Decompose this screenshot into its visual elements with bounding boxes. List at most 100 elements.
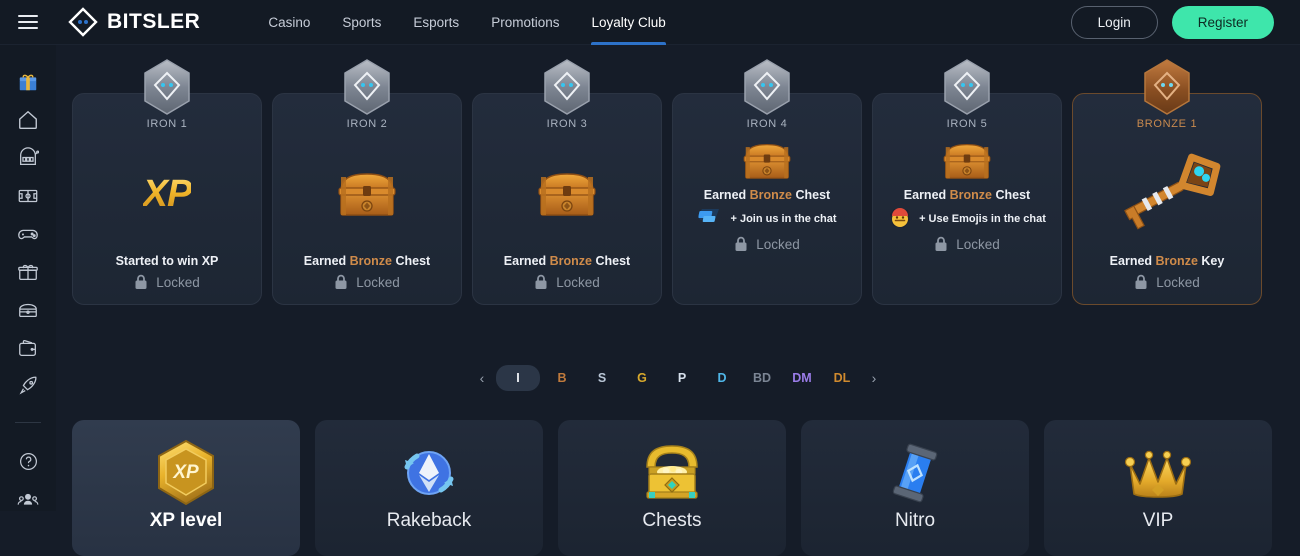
tier-desc-highlight: Bronze — [349, 254, 393, 268]
tier-pagination: ‹ I B S G P D BD DM DL › — [56, 365, 1300, 391]
sidebar-item-originals[interactable] — [13, 375, 43, 398]
lock-icon — [535, 274, 547, 289]
tier-name: IRON 2 — [346, 118, 388, 130]
tier-card-iron-2[interactable]: IRON 2 Earned Bronze Chest Locked — [272, 59, 462, 305]
rakeback-eth-icon — [404, 451, 454, 495]
tier-task-label: + Join us in the chat — [730, 213, 837, 225]
sidebar-item-casino[interactable] — [13, 147, 43, 170]
nav-item-esports[interactable]: Esports — [413, 0, 459, 45]
login-button[interactable]: Login — [1070, 5, 1158, 39]
pagination-item-gold[interactable]: G — [624, 366, 660, 390]
gold-crown-icon — [1124, 450, 1192, 498]
feature-card-nitro[interactable]: Nitro — [801, 420, 1029, 556]
tier-status-label: Locked — [556, 274, 600, 290]
feature-label: Nitro — [894, 510, 936, 531]
nav-item-promotions[interactable]: Promotions — [491, 0, 559, 45]
pagination-item-iron[interactable]: I — [496, 365, 540, 391]
nav-item-casino[interactable]: Casino — [268, 0, 310, 45]
pagination-item-diamond-legend[interactable]: DL — [824, 366, 860, 390]
tier-card-iron-1[interactable]: IRON 1 XP Started to win XP Locked — [72, 59, 262, 305]
feature-label: XP level — [149, 510, 223, 531]
feature-card-xp-level[interactable]: XP XP level — [72, 420, 300, 556]
iron-hex-badge-icon — [142, 59, 192, 115]
sidebar-item-affiliates[interactable] — [13, 488, 43, 511]
pagination-item-diamond[interactable]: D — [704, 366, 740, 390]
tier-description: Earned Bronze Chest — [304, 254, 430, 268]
nav-item-loyalty-club[interactable]: Loyalty Club — [591, 0, 667, 45]
pagination-item-bronze[interactable]: B — [544, 366, 580, 390]
tier-name: IRON 5 — [946, 118, 988, 130]
tier-desc-prefix: Earned — [1109, 254, 1156, 268]
sidebar-item-esports[interactable] — [13, 223, 43, 246]
tier-desc-highlight: Bronze — [749, 188, 793, 202]
tier-desc-prefix: Earned — [703, 188, 750, 202]
sidebar-item-promo[interactable] — [13, 71, 43, 94]
affiliates-users-icon — [17, 493, 39, 505]
tier-card-row: IRON 1 XP Started to win XP Locked IRON … — [72, 59, 1262, 305]
feature-card-rakeback[interactable]: Rakeback — [315, 420, 543, 556]
bronze-hex-badge-icon — [1142, 59, 1192, 115]
bronze-chest-icon — [338, 173, 396, 216]
tier-desc-prefix: Earned — [903, 188, 950, 202]
tier-artwork — [473, 130, 661, 254]
tier-card-iron-4[interactable]: IRON 4 Earned Bronze Chest + Join us in … — [672, 59, 862, 305]
feature-artwork — [884, 436, 946, 510]
sidebar-item-help[interactable] — [13, 450, 43, 473]
left-sidebar — [0, 45, 56, 511]
tier-desc-prefix: Started to win XP — [115, 254, 219, 268]
tier-name: IRON 3 — [546, 118, 588, 130]
sidebar-item-sports[interactable] — [13, 185, 43, 208]
tier-card-bronze-1[interactable]: BRONZE 1 Earned Bronze Key Locked — [1072, 59, 1262, 305]
iron-hex-badge-icon — [542, 59, 592, 115]
pagination-item-diamond-master[interactable]: DM — [784, 366, 820, 390]
hamburger-menu-icon[interactable] — [0, 0, 56, 45]
tier-lock-status: Locked — [1134, 274, 1200, 290]
brand-logo[interactable]: BITSLER — [68, 7, 200, 37]
pagination-item-black-diamond[interactable]: BD — [744, 366, 780, 390]
feature-label: Rakeback — [386, 510, 472, 531]
sidebar-item-wallet[interactable] — [13, 337, 43, 360]
tier-lock-status: Locked — [134, 274, 200, 290]
sidebar-item-store[interactable] — [13, 299, 43, 322]
tier-task-label: + Use Emojis in the chat — [919, 213, 1046, 225]
gift-box-icon — [18, 265, 38, 281]
tier-card-iron-3[interactable]: IRON 3 Earned Bronze Chest Locked — [472, 59, 662, 305]
xp-hex-badge-icon: XP — [158, 439, 214, 506]
tier-desc-prefix: Earned — [303, 254, 350, 268]
sidebar-item-home[interactable] — [13, 109, 43, 132]
tier-card-iron-5[interactable]: IRON 5 Earned Bronze Chest + Use Emojis … — [872, 59, 1062, 305]
feature-artwork: XP — [149, 436, 223, 510]
tier-task: + Join us in the chat — [697, 208, 837, 230]
tier-lock-status: Locked — [334, 274, 400, 290]
tier-description: Earned Bronze Key — [1110, 254, 1225, 268]
emoji-face-icon — [890, 208, 911, 228]
pagination-prev[interactable]: ‹ — [472, 366, 492, 390]
chat-bubbles-icon — [698, 209, 720, 222]
pagination-next[interactable]: › — [864, 366, 884, 390]
feature-card-vip[interactable]: VIP — [1044, 420, 1272, 556]
pagination-item-platinum[interactable]: P — [664, 366, 700, 390]
tier-description: Earned Bronze Chest — [904, 188, 1030, 202]
lock-icon — [935, 236, 947, 251]
feature-artwork — [397, 436, 461, 510]
feature-card-row: XP XP level Rakeback Chests Nitro VIP — [72, 420, 1272, 556]
tier-status-label: Locked — [756, 236, 800, 252]
lock-icon — [335, 274, 347, 289]
iron-hex-badge-icon — [942, 59, 992, 115]
bitsler-diamond-icon — [68, 7, 98, 37]
sidebar-item-bonuses[interactable] — [13, 261, 43, 284]
nav-item-sports[interactable]: Sports — [342, 0, 381, 45]
bronze-chest-icon — [943, 144, 991, 179]
feature-card-chests[interactable]: Chests — [558, 420, 786, 556]
tier-artwork — [673, 130, 861, 188]
register-button[interactable]: Register — [1171, 5, 1274, 39]
pagination-item-silver[interactable]: S — [584, 366, 620, 390]
tier-artwork — [873, 130, 1061, 188]
tier-artwork — [1073, 130, 1261, 254]
top-header: BITSLER Casino Sports Esports Promotions… — [0, 0, 1300, 45]
main-content: IRON 1 XP Started to win XP Locked IRON … — [56, 45, 1300, 556]
tier-desc-suffix: Chest — [992, 188, 1031, 202]
tier-desc-suffix: Key — [1197, 254, 1225, 268]
lock-icon — [135, 274, 147, 289]
sidebar-divider — [15, 422, 41, 424]
